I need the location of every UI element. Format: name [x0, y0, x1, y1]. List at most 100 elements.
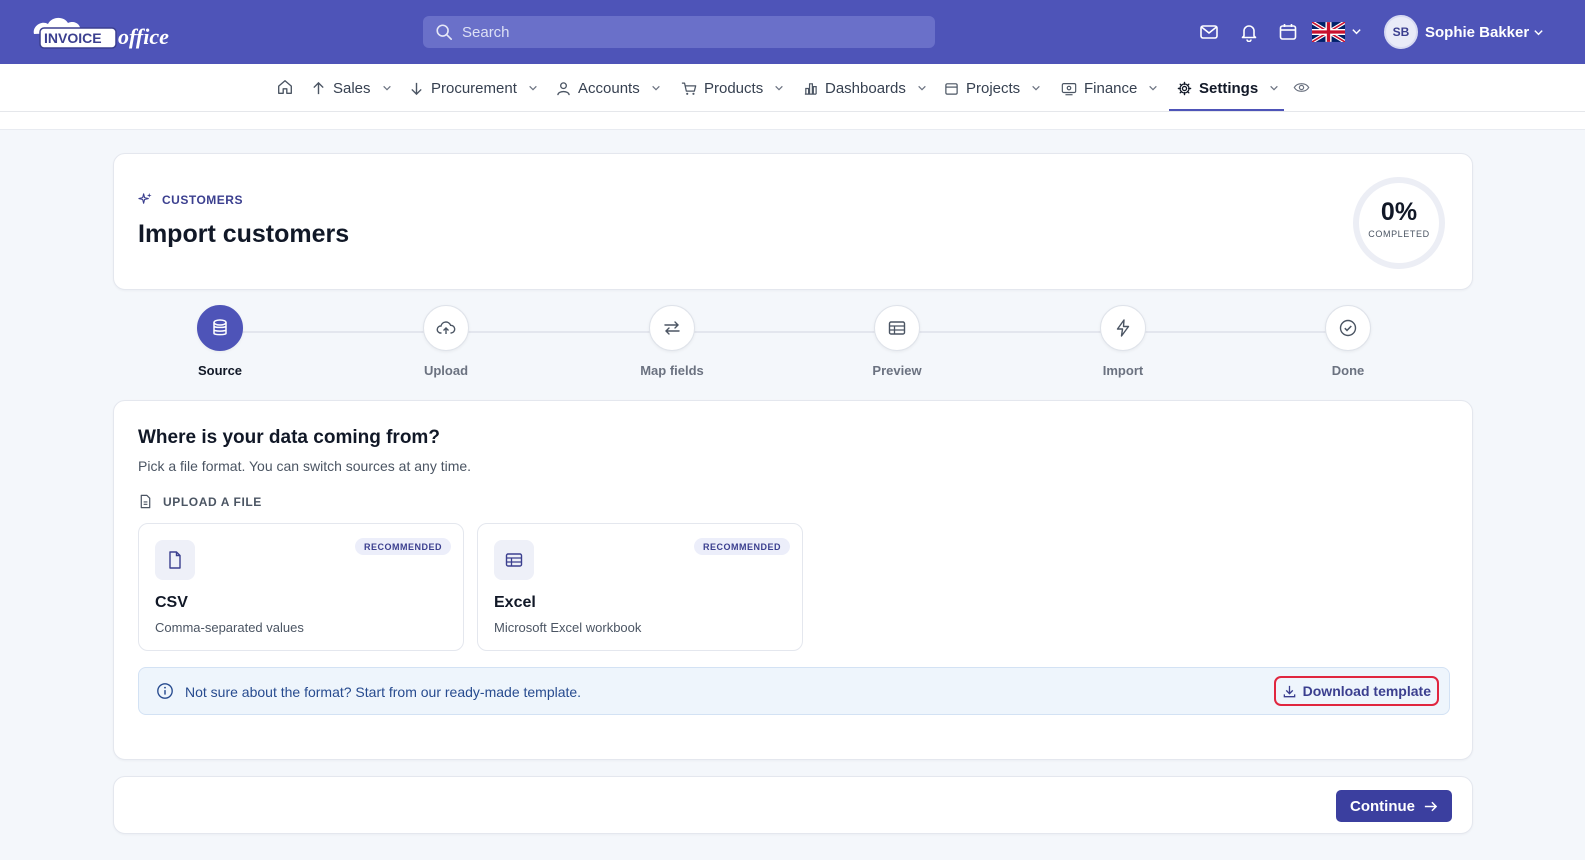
chevron-down-icon — [382, 85, 391, 91]
nav-sales-label: Sales — [333, 79, 371, 97]
invoice-office-logo[interactable]: INVOICE office — [30, 12, 180, 52]
user-name[interactable]: Sophie Bakker — [1425, 24, 1529, 41]
breadcrumb-label: CUSTOMERS — [162, 192, 243, 207]
nav-procurement-label: Procurement — [431, 79, 517, 97]
step-upload-label: Upload — [423, 363, 469, 378]
file-icon — [155, 540, 195, 580]
progress-label: COMPLETED — [1368, 229, 1430, 239]
continue-button[interactable]: Continue — [1336, 790, 1452, 822]
gear-icon — [1177, 81, 1192, 95]
step-map-fields[interactable]: Map fields — [612, 305, 732, 378]
avatar[interactable]: SB — [1384, 15, 1418, 49]
bar-chart-icon — [804, 82, 817, 95]
upload-section-text: UPLOAD A FILE — [163, 494, 262, 509]
active-tab-indicator — [1169, 109, 1284, 111]
mail-icon[interactable] — [1199, 22, 1219, 42]
spreadsheet-icon — [494, 540, 534, 580]
step-source-label: Source — [197, 363, 243, 378]
sparkles-icon — [138, 192, 152, 204]
chevron-down-icon — [918, 85, 926, 91]
arrow-down-icon — [411, 82, 422, 95]
calendar-icon[interactable] — [1278, 22, 1298, 42]
option-excel[interactable]: RECOMMENDED Excel Microsoft Excel workbo… — [477, 523, 803, 651]
option-csv[interactable]: RECOMMENDED CSV Comma-separated values — [138, 523, 464, 651]
check-circle-icon — [1339, 319, 1357, 337]
nav-products-label: Products — [704, 79, 764, 97]
chevron-down-icon — [1270, 85, 1278, 91]
option-csv-title: CSV — [155, 594, 188, 611]
download-template-button[interactable]: Download template — [1273, 676, 1439, 706]
progress-percent: 0% — [1380, 198, 1418, 226]
database-icon — [213, 319, 227, 336]
option-excel-description: Microsoft Excel workbook — [494, 620, 642, 635]
eye-icon[interactable] — [1293, 79, 1310, 96]
document-icon — [140, 494, 151, 509]
nav-accounts-label: Accounts — [578, 79, 640, 97]
step-done-label: Done — [1331, 363, 1365, 378]
nav-products[interactable]: Products — [681, 64, 784, 112]
step-done[interactable]: Done — [1288, 305, 1408, 378]
logo-text-invoice: INVOICE — [44, 30, 102, 46]
top-bar: INVOICE office SB Sophie Bakker — [0, 0, 1585, 64]
user-icon — [557, 81, 570, 95]
step-source[interactable]: Source — [160, 305, 280, 378]
recommended-badge: RECOMMENDED — [693, 538, 790, 555]
source-card: Where is your data coming from? Pick a f… — [113, 400, 1473, 760]
chevron-down-icon — [775, 85, 783, 91]
step-import[interactable]: Import — [1063, 305, 1183, 378]
source-question: Where is your data coming from? — [138, 427, 440, 448]
finance-icon — [1061, 82, 1077, 95]
download-template-label: Download template — [1302, 683, 1431, 699]
uk-flag-icon[interactable] — [1312, 22, 1345, 42]
step-upload[interactable]: Upload — [386, 305, 506, 378]
nav-dashboards[interactable]: Dashboards — [803, 64, 927, 112]
option-csv-description: Comma-separated values — [155, 620, 304, 635]
nav-finance[interactable]: Finance — [1061, 64, 1158, 112]
nav-finance-label: Finance — [1084, 79, 1138, 97]
nav-subbar — [0, 112, 1585, 130]
cart-icon — [681, 82, 697, 95]
chevron-down-icon — [1032, 85, 1040, 91]
import-stepper: Source Upload Map fields Preview Import … — [113, 305, 1473, 385]
main-nav: Sales Procurement Accounts Products Dash… — [0, 64, 1585, 112]
download-icon — [1283, 685, 1295, 697]
calendar-icon — [945, 82, 958, 95]
chevron-down-icon — [651, 85, 660, 91]
step-map-fields-label: Map fields — [640, 363, 704, 378]
chevron-down-icon — [529, 85, 537, 91]
bell-icon[interactable] — [1239, 22, 1259, 42]
template-info-bar: Not sure about the format? Start from ou… — [138, 667, 1450, 715]
user-chevron-down-icon[interactable] — [1533, 27, 1544, 38]
step-preview-label: Preview — [872, 363, 922, 378]
nav-settings[interactable]: Settings — [1177, 64, 1279, 112]
home-icon[interactable] — [276, 78, 294, 96]
search-input[interactable] — [462, 23, 902, 41]
arrows-swap-icon — [664, 321, 680, 335]
table-icon — [888, 321, 906, 335]
nav-settings-label: Settings — [1199, 79, 1259, 97]
page-title: Import customers — [138, 220, 350, 248]
continue-label: Continue — [1350, 797, 1415, 815]
search-icon — [436, 24, 453, 41]
search-bar[interactable] — [423, 16, 935, 48]
chevron-down-icon — [1149, 85, 1158, 91]
language-chevron-down-icon[interactable] — [1351, 26, 1362, 37]
info-icon — [157, 683, 173, 699]
upload-section-label: UPLOAD A FILE — [138, 494, 262, 509]
nav-accounts[interactable]: Accounts — [556, 64, 661, 112]
footer-actions-card: Continue — [113, 776, 1473, 834]
nav-sales[interactable]: Sales — [311, 64, 392, 112]
nav-projects[interactable]: Projects — [944, 64, 1041, 112]
option-excel-title: Excel — [494, 594, 536, 611]
step-import-label: Import — [1102, 363, 1144, 378]
logo-text-office: office — [118, 24, 169, 49]
nav-procurement[interactable]: Procurement — [409, 64, 538, 112]
breadcrumb: CUSTOMERS — [138, 192, 243, 207]
lightning-icon — [1116, 319, 1130, 337]
page-header-card: CUSTOMERS Import customers 0% COMPLETED — [113, 153, 1473, 290]
cloud-upload-icon — [436, 321, 456, 334]
arrow-right-icon — [1424, 801, 1438, 811]
template-info-text: Not sure about the format? Start from ou… — [185, 684, 582, 700]
nav-projects-label: Projects — [966, 79, 1021, 97]
step-preview[interactable]: Preview — [837, 305, 957, 378]
